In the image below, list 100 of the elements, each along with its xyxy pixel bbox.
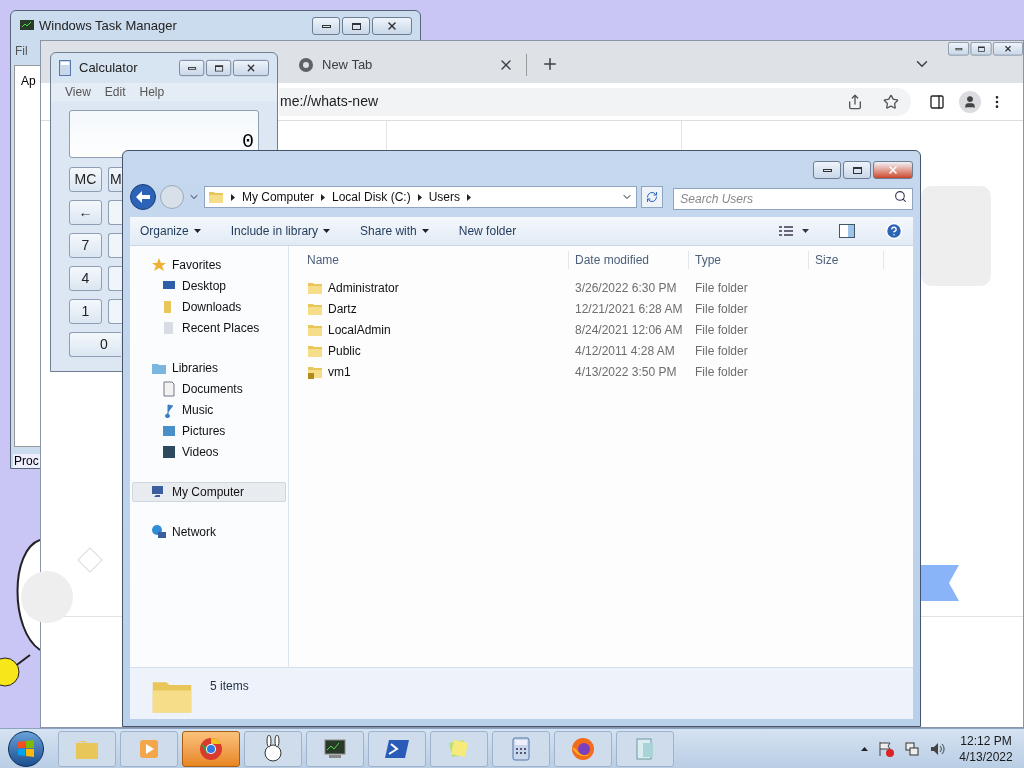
calculator-key[interactable]: 4	[69, 266, 102, 291]
sidebar-item[interactable]: Desktop	[132, 275, 286, 296]
minimize-button[interactable]	[948, 42, 969, 56]
file-name[interactable]: Administrator	[328, 278, 399, 297]
calculator-key[interactable]: 1	[69, 299, 102, 324]
calculator-icon	[59, 60, 71, 76]
caret-icon	[323, 228, 331, 234]
close-button[interactable]	[873, 161, 913, 179]
calculator-key[interactable]: ←	[69, 200, 102, 225]
network-icon[interactable]	[904, 740, 920, 757]
sidebar-item[interactable]: Pictures	[132, 420, 286, 441]
file-name[interactable]: LocalAdmin	[328, 320, 391, 339]
sidebar-item-icon	[151, 257, 167, 273]
type-cell-text: File folder	[694, 279, 749, 297]
menu-item[interactable]: Help	[139, 83, 165, 101]
search-field[interactable]: Search Users	[673, 188, 913, 210]
menu-item[interactable]: Edit	[104, 83, 126, 101]
breadcrumb-item[interactable]: Local Disk (C:)	[331, 188, 411, 206]
share-icon[interactable]	[847, 93, 863, 110]
minimize-button[interactable]	[312, 17, 340, 35]
sidebar-item[interactable]: Downloads	[132, 296, 286, 317]
maximize-button[interactable]	[206, 59, 232, 77]
side-panel-icon[interactable]	[929, 93, 945, 110]
maximize-button[interactable]	[342, 17, 370, 35]
column-header[interactable]: Type	[688, 251, 808, 269]
caret-icon	[319, 193, 326, 201]
type-cell-text: File folder	[694, 363, 749, 381]
sidebar-item[interactable]: Documents	[132, 378, 286, 399]
sidebar-item[interactable]: Libraries	[132, 358, 286, 378]
profile-avatar[interactable]	[959, 90, 981, 113]
taskbar-button[interactable]	[306, 730, 364, 767]
flag-icon[interactable]	[878, 740, 894, 757]
item-count: 5 items	[210, 678, 249, 695]
back-button[interactable]	[130, 184, 156, 210]
sidebar-item[interactable]: My Computer	[132, 482, 286, 502]
tab[interactable]: Proc	[13, 454, 40, 468]
maximize-button[interactable]	[970, 42, 992, 56]
sidebar-item[interactable]: Music	[132, 399, 286, 420]
calculator-key[interactable]: 0	[69, 332, 121, 357]
file-name[interactable]: vm1	[328, 362, 351, 381]
sidebar-item[interactable]: Recent Places	[132, 317, 286, 338]
date-cell-text: 4/12/2011 4:28 AM	[574, 342, 676, 360]
caret-icon	[466, 193, 472, 201]
close-icon	[887, 164, 899, 176]
date-cell-text: 4/13/2022 3:50 PM	[574, 363, 678, 381]
view-options-icon[interactable]	[779, 225, 809, 237]
show-hidden-icons-icon[interactable]	[861, 745, 868, 752]
preview-pane-icon[interactable]	[839, 224, 855, 238]
sidebar-item[interactable]: Network	[132, 522, 286, 542]
toolbar-button[interactable]: Organize	[140, 222, 201, 240]
calculator-key[interactable]: M	[108, 167, 122, 192]
address-bar[interactable]: me://whats-new	[279, 87, 911, 116]
bookmark-star-icon[interactable]	[883, 93, 899, 110]
toolbar-button[interactable]: New folder	[458, 222, 517, 240]
new-tab-icon[interactable]	[541, 55, 559, 73]
file-name[interactable]: Dartz	[328, 299, 357, 318]
menu-item[interactable]: Fil	[15, 42, 28, 60]
close-icon	[386, 20, 398, 32]
address-bar[interactable]: My Computer Local Disk (C:) Users	[203, 186, 638, 208]
toolbar-button[interactable]: Include in library	[230, 222, 331, 240]
window-title: Windows Task Manager	[39, 17, 177, 36]
tab[interactable]: Ap	[21, 74, 36, 88]
back-arrow-icon	[136, 191, 150, 203]
date-cell-text: 8/24/2021 12:06 AM	[574, 321, 684, 339]
chrome-icon	[298, 57, 314, 73]
toolbar-button[interactable]: Share with	[360, 222, 429, 240]
caret-icon	[229, 193, 236, 201]
refresh-button[interactable]	[641, 186, 664, 208]
browser-tab[interactable]: New Tab	[286, 47, 526, 83]
date-cell-text: 12/21/2021 6:28 AM	[574, 300, 684, 318]
maximize-button[interactable]	[843, 161, 871, 179]
minimize-button[interactable]	[813, 161, 841, 179]
search-icon	[894, 190, 907, 203]
column-header[interactable]: Size	[808, 251, 884, 269]
sidebar-item-icon	[151, 524, 167, 540]
start-button[interactable]	[8, 730, 44, 767]
file-name[interactable]: Public	[328, 341, 361, 360]
taskbar-button[interactable]	[554, 730, 612, 767]
minimize-button[interactable]	[179, 59, 205, 77]
taskbar-button[interactable]	[244, 730, 302, 767]
sidebar-item[interactable]: Favorites	[132, 255, 286, 275]
breadcrumb-item[interactable]: Users	[428, 188, 460, 206]
windows-logo-icon	[17, 739, 35, 758]
close-button[interactable]	[372, 17, 412, 35]
taskbar-button[interactable]	[368, 730, 426, 767]
column-header[interactable]: Name	[307, 251, 568, 269]
clock[interactable]: 12:12 PM 4/13/2022	[956, 732, 1016, 765]
column-header[interactable]: Date modified	[568, 251, 688, 269]
sidebar-item[interactable]: Videos	[132, 441, 286, 462]
menu-item[interactable]: View	[65, 83, 91, 101]
calculator-key[interactable]: 7	[69, 233, 102, 258]
sidebar-item-icon	[161, 443, 177, 460]
breadcrumb-item[interactable]: My Computer	[241, 188, 314, 206]
help-icon[interactable]	[885, 222, 903, 240]
caret-icon	[193, 228, 201, 234]
close-button[interactable]	[993, 42, 1023, 56]
window-title: Calculator	[79, 59, 138, 78]
close-icon	[245, 62, 257, 74]
ribbon-icon	[919, 565, 959, 601]
calculator-key[interactable]: MC	[69, 167, 102, 192]
